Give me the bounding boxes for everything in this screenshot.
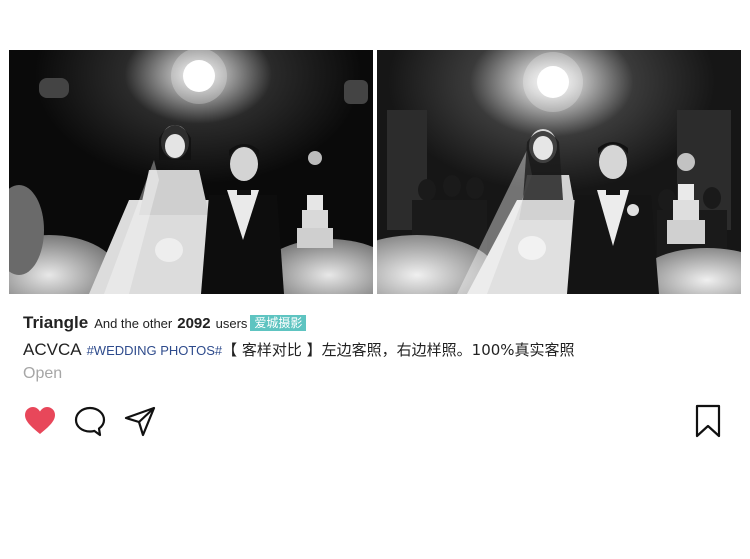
caption-line: ACVCA #WEDDING PHOTOS# 【 客样对比 】左边客照，右边样照… — [23, 339, 723, 363]
comment-button[interactable] — [73, 404, 107, 438]
sample-photo-image — [377, 50, 741, 294]
heart-icon — [25, 407, 55, 434]
post-text: 【 客样对比 】左边客照，右边样照。100%真实客照 — [222, 341, 575, 359]
brand-name[interactable]: ACVCA — [23, 340, 82, 360]
client-photo[interactable] — [9, 50, 373, 294]
users-word: users — [215, 316, 248, 331]
comment-icon — [74, 406, 106, 437]
likes-count: 2092 — [177, 315, 211, 332]
brand-tag: 爱城摄影 — [250, 315, 307, 331]
username[interactable]: Triangle — [23, 313, 88, 333]
hashtag-link[interactable]: #WEDDING PHOTOS# — [87, 343, 223, 358]
save-button[interactable] — [693, 404, 723, 438]
sample-photo[interactable] — [377, 50, 741, 294]
action-bar — [23, 404, 728, 440]
client-photo-image — [9, 50, 373, 294]
bookmark-icon — [695, 404, 721, 438]
open-link[interactable]: Open — [23, 365, 723, 383]
send-icon — [124, 406, 156, 437]
and-other-text: And the other — [94, 316, 173, 331]
share-button[interactable] — [123, 404, 157, 438]
post-photos — [9, 50, 741, 294]
post-caption: Triangle And the other 2092 users 爱城摄影 A… — [23, 313, 723, 383]
like-button[interactable] — [23, 404, 57, 438]
likes-line: Triangle And the other 2092 users 爱城摄影 — [23, 313, 723, 339]
